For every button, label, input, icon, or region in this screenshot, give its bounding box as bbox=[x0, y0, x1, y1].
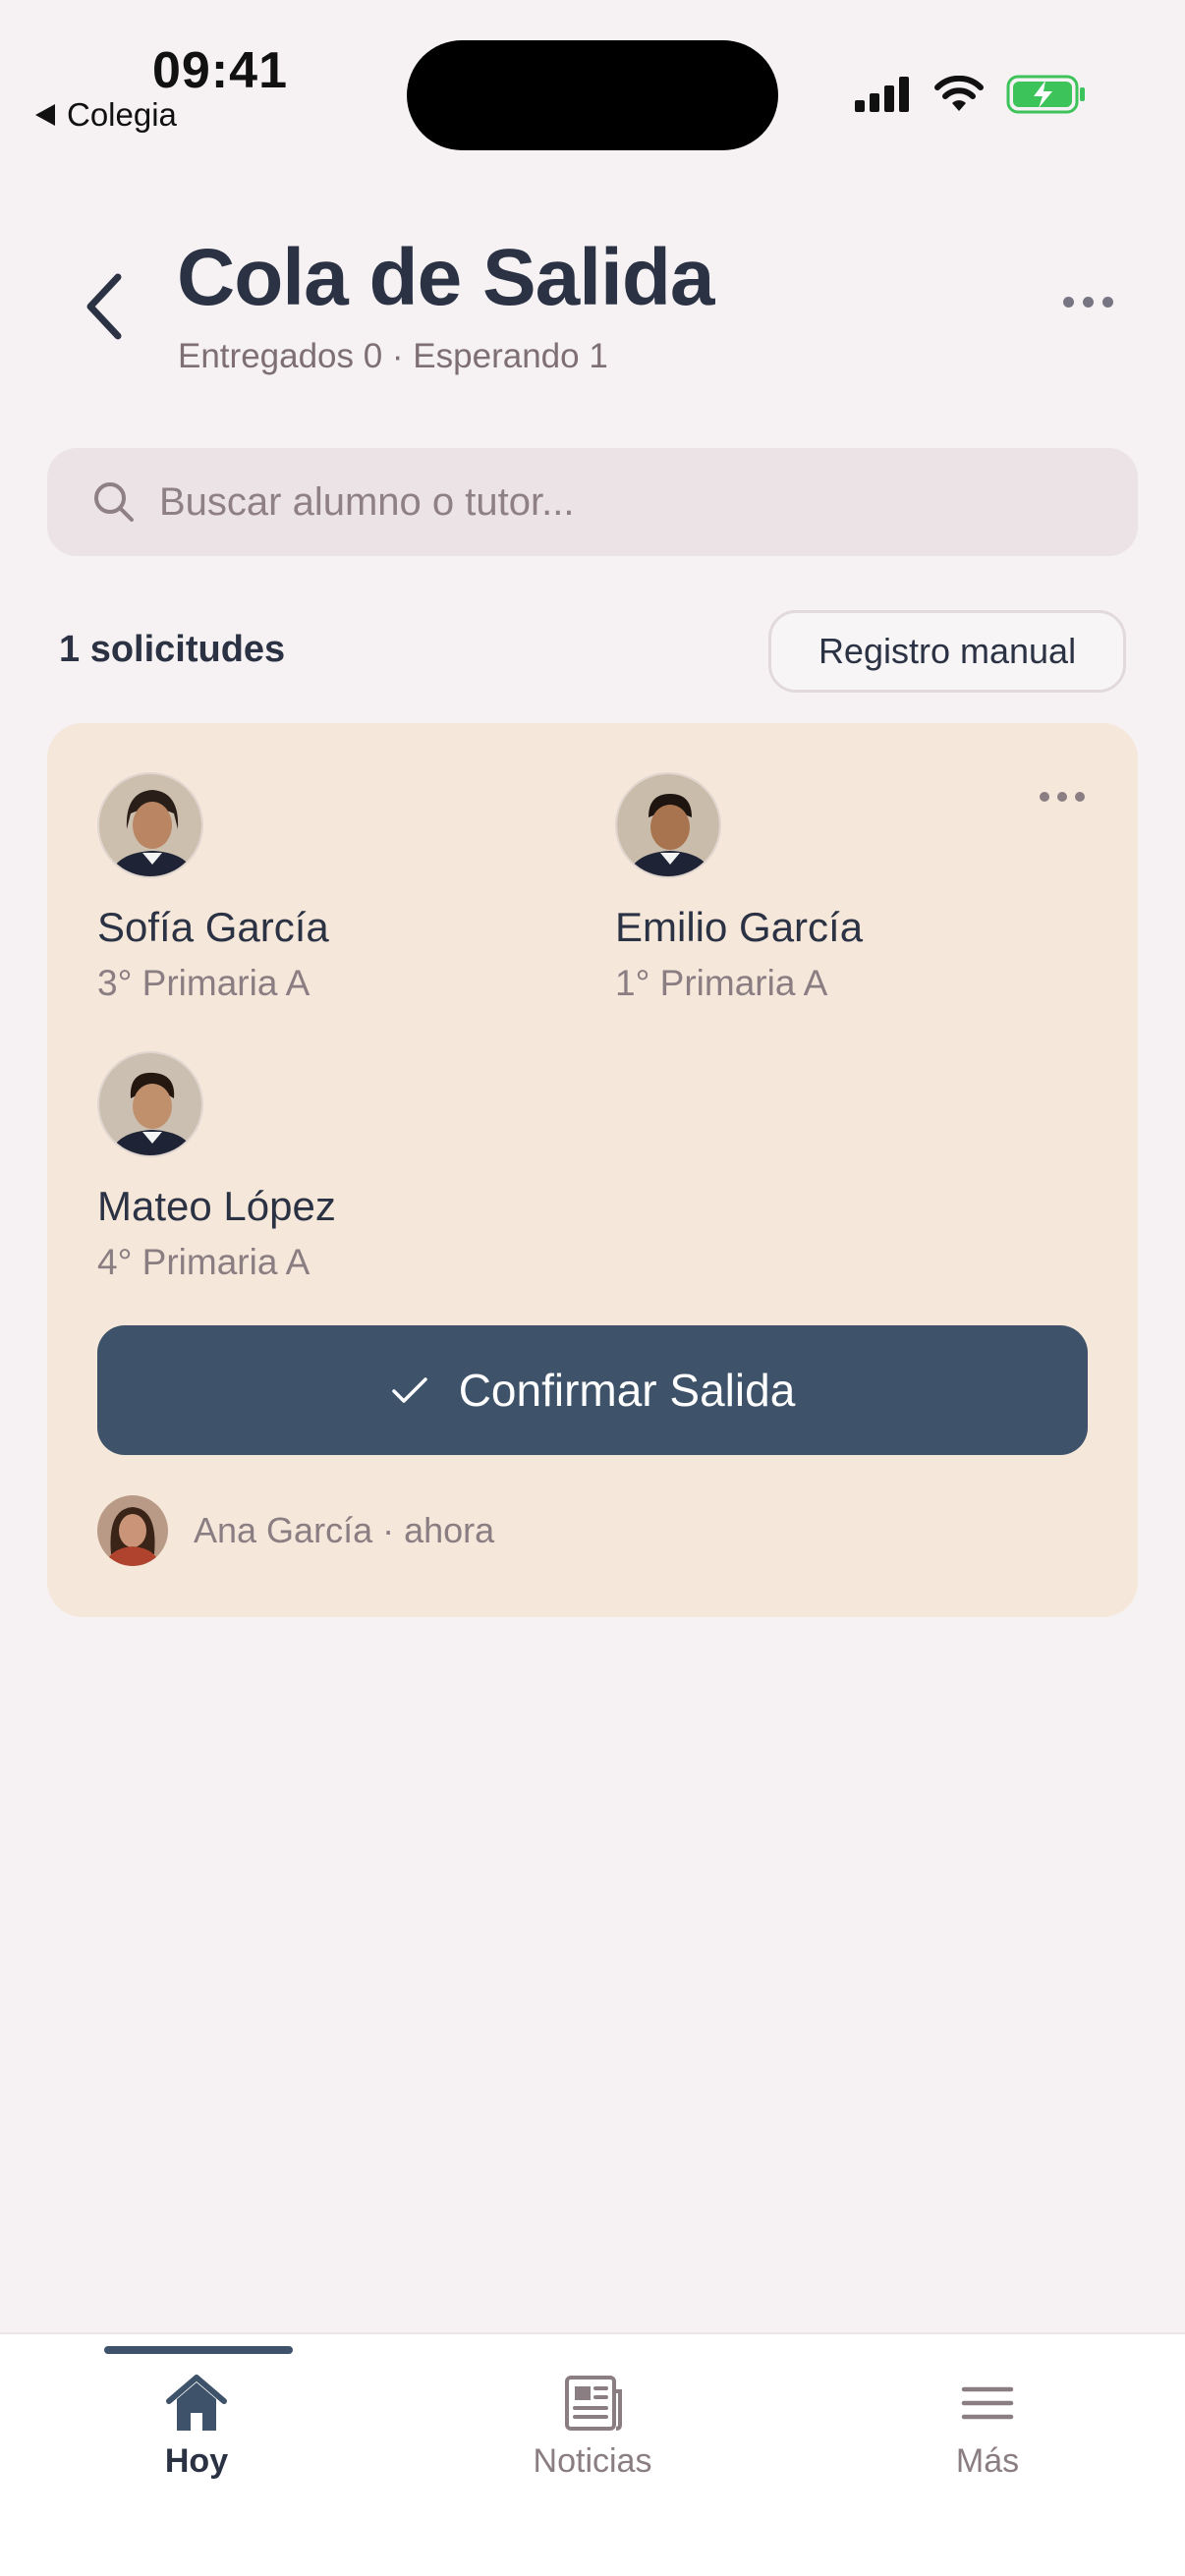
student-name: Sofía García bbox=[97, 904, 329, 950]
status-time: 09:41 bbox=[152, 42, 288, 99]
tab-label: Noticias bbox=[533, 2442, 652, 2480]
manual-register-button[interactable]: Registro manual bbox=[768, 610, 1126, 693]
home-icon bbox=[166, 2375, 227, 2431]
more-options-icon[interactable] bbox=[1063, 287, 1122, 316]
card-more-icon[interactable] bbox=[1040, 792, 1085, 802]
student-avatar bbox=[97, 772, 203, 878]
student-name: Mateo López bbox=[97, 1183, 336, 1229]
wifi-icon bbox=[934, 76, 984, 111]
confirm-exit-label: Confirmar Salida bbox=[458, 1365, 796, 1416]
page-title: Cola de Salida bbox=[177, 233, 715, 322]
tab-mas[interactable]: Más bbox=[870, 2374, 1105, 2481]
menu-icon bbox=[961, 2386, 1014, 2420]
confirm-exit-button[interactable]: Confirmar Salida bbox=[97, 1325, 1088, 1455]
tab-noticias[interactable]: Noticias bbox=[475, 2374, 710, 2481]
tab-hoy[interactable]: Hoy bbox=[79, 2374, 314, 2481]
student-grade: 4° Primaria A bbox=[97, 1242, 310, 1282]
active-tab-indicator bbox=[104, 2346, 293, 2354]
battery-charging-icon bbox=[1006, 75, 1085, 114]
search-icon bbox=[94, 482, 134, 522]
student-item: Emilio García 1° Primaria A bbox=[615, 772, 863, 1004]
tutor-line: Ana García · ahora bbox=[194, 1510, 495, 1550]
student-name: Emilio García bbox=[615, 904, 864, 950]
search-input[interactable] bbox=[159, 479, 1044, 525]
exit-queue-screen: 09:41 Colegia Cola de Salida Entregados … bbox=[0, 0, 1185, 2576]
requests-count: 1 solicitudes bbox=[59, 629, 286, 670]
back-triangle-icon bbox=[35, 104, 55, 126]
page-subtitle: Entregados 0 · Esperando 1 bbox=[178, 337, 608, 375]
signal-icon bbox=[855, 77, 909, 112]
back-chevron-icon[interactable] bbox=[75, 267, 134, 346]
tab-label: Hoy bbox=[164, 2442, 229, 2480]
search-bar[interactable] bbox=[47, 448, 1138, 556]
tab-label: Más bbox=[955, 2442, 1020, 2480]
dynamic-island bbox=[407, 40, 778, 150]
student-avatar bbox=[615, 772, 721, 878]
checkmark-icon bbox=[391, 1377, 427, 1403]
student-avatar bbox=[97, 1051, 203, 1157]
student-grade: 1° Primaria A bbox=[615, 963, 828, 1003]
tab-bar: Hoy Noticias Más bbox=[0, 2332, 1185, 2576]
tutor-info: Ana García · ahora bbox=[97, 1495, 494, 1566]
student-item: Mateo López 4° Primaria A bbox=[97, 1051, 336, 1283]
status-icons bbox=[855, 75, 1087, 114]
student-grade: 3° Primaria A bbox=[97, 963, 310, 1003]
newspaper-icon bbox=[565, 2376, 622, 2431]
back-to-app-link[interactable]: Colegia bbox=[35, 96, 177, 134]
tutor-avatar bbox=[97, 1495, 168, 1566]
student-item: Sofía García 3° Primaria A bbox=[97, 772, 329, 1004]
back-app-label: Colegia bbox=[67, 96, 177, 133]
